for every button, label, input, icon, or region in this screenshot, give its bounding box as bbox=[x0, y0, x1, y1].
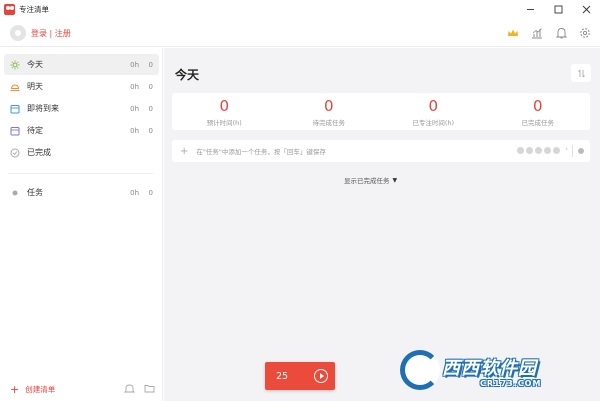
login-register-link[interactable]: 登录 | 注册 bbox=[31, 28, 71, 39]
pomodoro-minutes: 25 bbox=[276, 370, 289, 382]
sidebar-item-label: 今天 bbox=[27, 60, 43, 69]
sidebar-item-pending[interactable]: 待定 0h 0 bbox=[4, 120, 159, 141]
stat-value: 0 bbox=[428, 97, 439, 115]
sidebar-item-count: 0 bbox=[148, 104, 153, 113]
plus-icon: + bbox=[180, 145, 189, 157]
sidebar-footer: + 创建清单 bbox=[0, 377, 163, 401]
stat-pending-tasks: 0 待完成任务 bbox=[277, 93, 382, 130]
tomato-icon[interactable] bbox=[544, 147, 551, 154]
sidebar-item-label: 明天 bbox=[27, 82, 43, 91]
sidebar-item-hours: 0h bbox=[130, 60, 139, 69]
bell-add-icon[interactable] bbox=[123, 383, 136, 396]
add-task-input[interactable]: + 在"任务"中添加一个任务，按「回车」键保存 › bbox=[172, 140, 590, 162]
stat-estimated-time: 0 预计时间(h) bbox=[172, 93, 277, 130]
folder-icon[interactable] bbox=[144, 383, 155, 396]
sun-icon bbox=[10, 60, 20, 70]
show-completed-toggle[interactable]: 显示已完成任务 ▼ bbox=[344, 175, 398, 186]
stats-panel: 0 预计时间(h) 0 待完成任务 0 已专注时间(h) 0 已完成任务 bbox=[172, 93, 590, 130]
plus-icon[interactable]: + bbox=[10, 383, 19, 396]
sidebar-item-count: 0 bbox=[148, 126, 153, 135]
sidebar-item-count: 0 bbox=[148, 188, 153, 197]
tomato-icon[interactable] bbox=[535, 147, 542, 154]
sidebar-item-label: 任务 bbox=[27, 188, 43, 197]
sidebar-item-count: 0 bbox=[148, 82, 153, 91]
sidebar-item-tomorrow[interactable]: 明天 0h 0 bbox=[4, 76, 159, 97]
stat-label: 预计时间(h) bbox=[206, 119, 242, 127]
window-title: 专注清单 bbox=[19, 5, 49, 14]
app-logo-icon bbox=[4, 4, 15, 15]
stat-label: 已完成任务 bbox=[521, 119, 555, 127]
stat-value: 0 bbox=[532, 97, 543, 115]
caret-down-icon: ▼ bbox=[392, 176, 398, 184]
sidebar-item-label: 已完成 bbox=[27, 148, 51, 157]
stat-label: 已专注时间(h) bbox=[412, 119, 455, 127]
close-button[interactable] bbox=[572, 0, 600, 19]
watermark-c-icon bbox=[400, 350, 440, 390]
tomato-icon[interactable] bbox=[553, 147, 560, 154]
play-icon[interactable] bbox=[314, 369, 328, 383]
watermark-logo: 西西软件园 CR173.COM bbox=[400, 350, 590, 394]
create-list-button[interactable]: 创建清单 bbox=[25, 384, 55, 395]
tomato-icon[interactable] bbox=[517, 147, 524, 154]
stat-label: 待完成任务 bbox=[312, 119, 346, 127]
crown-icon[interactable] bbox=[506, 26, 520, 40]
sidebar: 今天 0h 0 明天 0h 0 即将到来 0h 0 待定 0h 0 已完成 任务… bbox=[0, 48, 163, 401]
minimize-button[interactable] bbox=[516, 0, 544, 19]
sidebar-item-hours: 0h bbox=[130, 126, 139, 135]
title-bar: 专注清单 bbox=[0, 0, 600, 19]
page-title: 今天 bbox=[175, 68, 200, 82]
sidebar-item-today[interactable]: 今天 0h 0 bbox=[4, 54, 159, 75]
watermark-text: 西西软件园 bbox=[442, 358, 537, 379]
stat-focused-time: 0 已专注时间(h) bbox=[381, 93, 486, 130]
sidebar-divider bbox=[8, 173, 153, 174]
sidebar-item-label: 即将到来 bbox=[27, 104, 59, 113]
add-task-placeholder: 在"任务"中添加一个任务，按「回车」键保存 bbox=[196, 148, 326, 156]
stat-value: 0 bbox=[219, 97, 230, 115]
sidebar-list-tasks[interactable]: 任务 0h 0 bbox=[4, 182, 159, 203]
check-circle-icon bbox=[10, 148, 20, 158]
sunrise-icon bbox=[10, 82, 20, 92]
dot-icon bbox=[10, 188, 20, 198]
list-color-dot-icon[interactable] bbox=[578, 148, 584, 154]
sort-icon bbox=[577, 69, 585, 77]
watermark-url: CR173.COM bbox=[480, 379, 542, 388]
avatar[interactable] bbox=[10, 25, 26, 41]
bell-icon[interactable] bbox=[554, 26, 568, 40]
pomodoro-start-button[interactable]: 25 bbox=[265, 362, 335, 390]
window-controls bbox=[516, 0, 600, 19]
sidebar-item-completed[interactable]: 已完成 bbox=[4, 142, 159, 163]
tomato-icon[interactable] bbox=[526, 147, 533, 154]
app-header: 登录 | 注册 bbox=[0, 19, 600, 47]
stat-completed-tasks: 0 已完成任务 bbox=[486, 93, 591, 130]
sort-button[interactable] bbox=[571, 64, 591, 82]
sidebar-item-hours: 0h bbox=[130, 82, 139, 91]
calendar-pending-icon bbox=[10, 126, 20, 136]
sidebar-item-label: 待定 bbox=[27, 126, 43, 135]
pomodoro-estimate[interactable] bbox=[517, 147, 560, 154]
calendar-upcoming-icon bbox=[10, 104, 20, 114]
sidebar-item-count: 0 bbox=[148, 60, 153, 69]
sidebar-item-upcoming[interactable]: 即将到来 0h 0 bbox=[4, 98, 159, 119]
show-completed-label: 显示已完成任务 bbox=[344, 177, 390, 185]
stats-icon[interactable] bbox=[530, 26, 544, 40]
sidebar-item-hours: 0h bbox=[130, 104, 139, 113]
stat-value: 0 bbox=[323, 97, 334, 115]
main-content: 今天 0 预计时间(h) 0 待完成任务 0 已专注时间(h) 0 已完成任务 … bbox=[164, 48, 600, 401]
sidebar-item-hours: 0h bbox=[130, 188, 139, 197]
maximize-button[interactable] bbox=[544, 0, 572, 19]
divider bbox=[572, 145, 573, 157]
settings-icon[interactable] bbox=[578, 26, 592, 40]
chevron-right-icon[interactable]: › bbox=[565, 145, 568, 153]
